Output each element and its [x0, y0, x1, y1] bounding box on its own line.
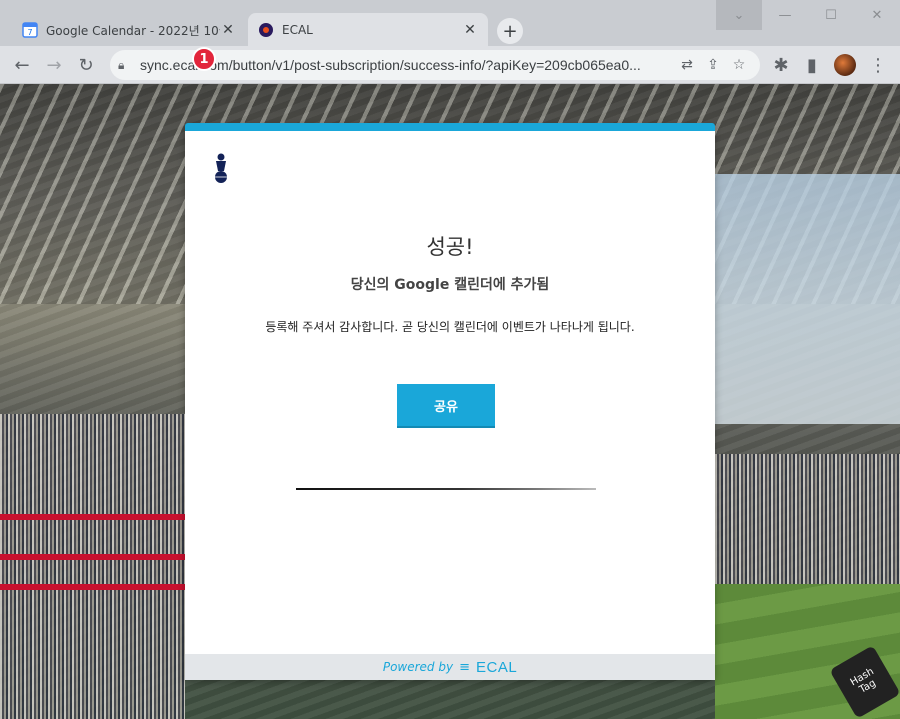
minimize-button[interactable]: — — [762, 0, 808, 30]
close-icon[interactable]: ✕ — [462, 22, 478, 38]
crowd-left-image — [0, 414, 185, 719]
ecal-logo-icon: ≡ — [459, 659, 470, 675]
powered-by-label: Powered by — [382, 660, 454, 674]
step-badge: 1 — [192, 47, 216, 71]
side-panel-icon[interactable]: ▮ — [800, 53, 824, 77]
tab-search-button[interactable]: ⌄ — [716, 0, 762, 30]
menu-kebab-icon[interactable]: ⋮ — [866, 53, 890, 77]
ad-board — [0, 584, 185, 590]
close-window-button[interactable]: ✕ — [854, 0, 900, 30]
extensions-icon[interactable]: ✱ — [769, 53, 793, 77]
page-viewport: 성공! 당신의 Google 캘린더에 추가됨 등록해 주셔서 감사합니다. 곧… — [0, 84, 900, 719]
sky-image — [715, 174, 900, 424]
svg-text:7: 7 — [27, 28, 32, 37]
google-calendar-icon: 7 — [22, 22, 38, 38]
dialog-subtitle: 당신의 Google 캘린더에 추가됨 — [350, 277, 550, 293]
back-arrow-icon[interactable]: ← — [10, 53, 34, 77]
divider — [296, 488, 596, 490]
tab-ecal[interactable]: ECAL ✕ — [248, 13, 488, 47]
close-icon[interactable]: ✕ — [220, 22, 236, 38]
profile-avatar[interactable] — [834, 54, 856, 76]
tab-title: ECAL — [282, 23, 313, 37]
url-text: sync.ecal.com/button/v1/post-subscriptio… — [140, 57, 641, 73]
dialog-message: 등록해 주셔서 감사합니다. 곧 당신의 캘린더에 이벤트가 나타나게 됩니다. — [265, 320, 635, 334]
ecal-icon — [258, 22, 274, 38]
tab-strip: 7 Google Calendar - 2022년 10월 ✕ ECAL ✕ +… — [0, 0, 900, 47]
share-button[interactable]: 공유 — [397, 384, 495, 428]
powered-by-footer[interactable]: Powered by ≡ ECAL — [185, 654, 715, 680]
translate-icon[interactable]: ⇄ — [674, 57, 700, 73]
lock-icon: 🔒︎ — [118, 57, 125, 72]
ad-board — [0, 514, 185, 520]
reload-icon[interactable]: ↻ — [74, 53, 98, 77]
bookmark-star-icon[interactable]: ☆ — [726, 57, 752, 73]
share-icon[interactable]: ⇪ — [700, 57, 726, 73]
tab-title: Google Calendar - 2022년 10월 — [46, 23, 220, 38]
new-tab-button[interactable]: + — [497, 18, 523, 44]
tab-google-calendar[interactable]: 7 Google Calendar - 2022년 10월 ✕ — [12, 13, 246, 47]
dialog-title: 성공! — [426, 235, 474, 259]
forward-arrow-icon[interactable]: → — [42, 53, 66, 77]
success-dialog: 성공! 당신의 Google 캘린더에 추가됨 등록해 주셔서 감사합니다. 곧… — [185, 123, 715, 680]
browser-toolbar: ← → ↻ 🔒︎ sync.ecal.com/button/v1/post-su… — [0, 46, 900, 84]
ecal-brand-text: ECAL — [475, 658, 518, 676]
ad-board — [0, 554, 185, 560]
club-crest-logo — [215, 153, 227, 183]
maximize-button[interactable]: ☐ — [808, 0, 854, 30]
